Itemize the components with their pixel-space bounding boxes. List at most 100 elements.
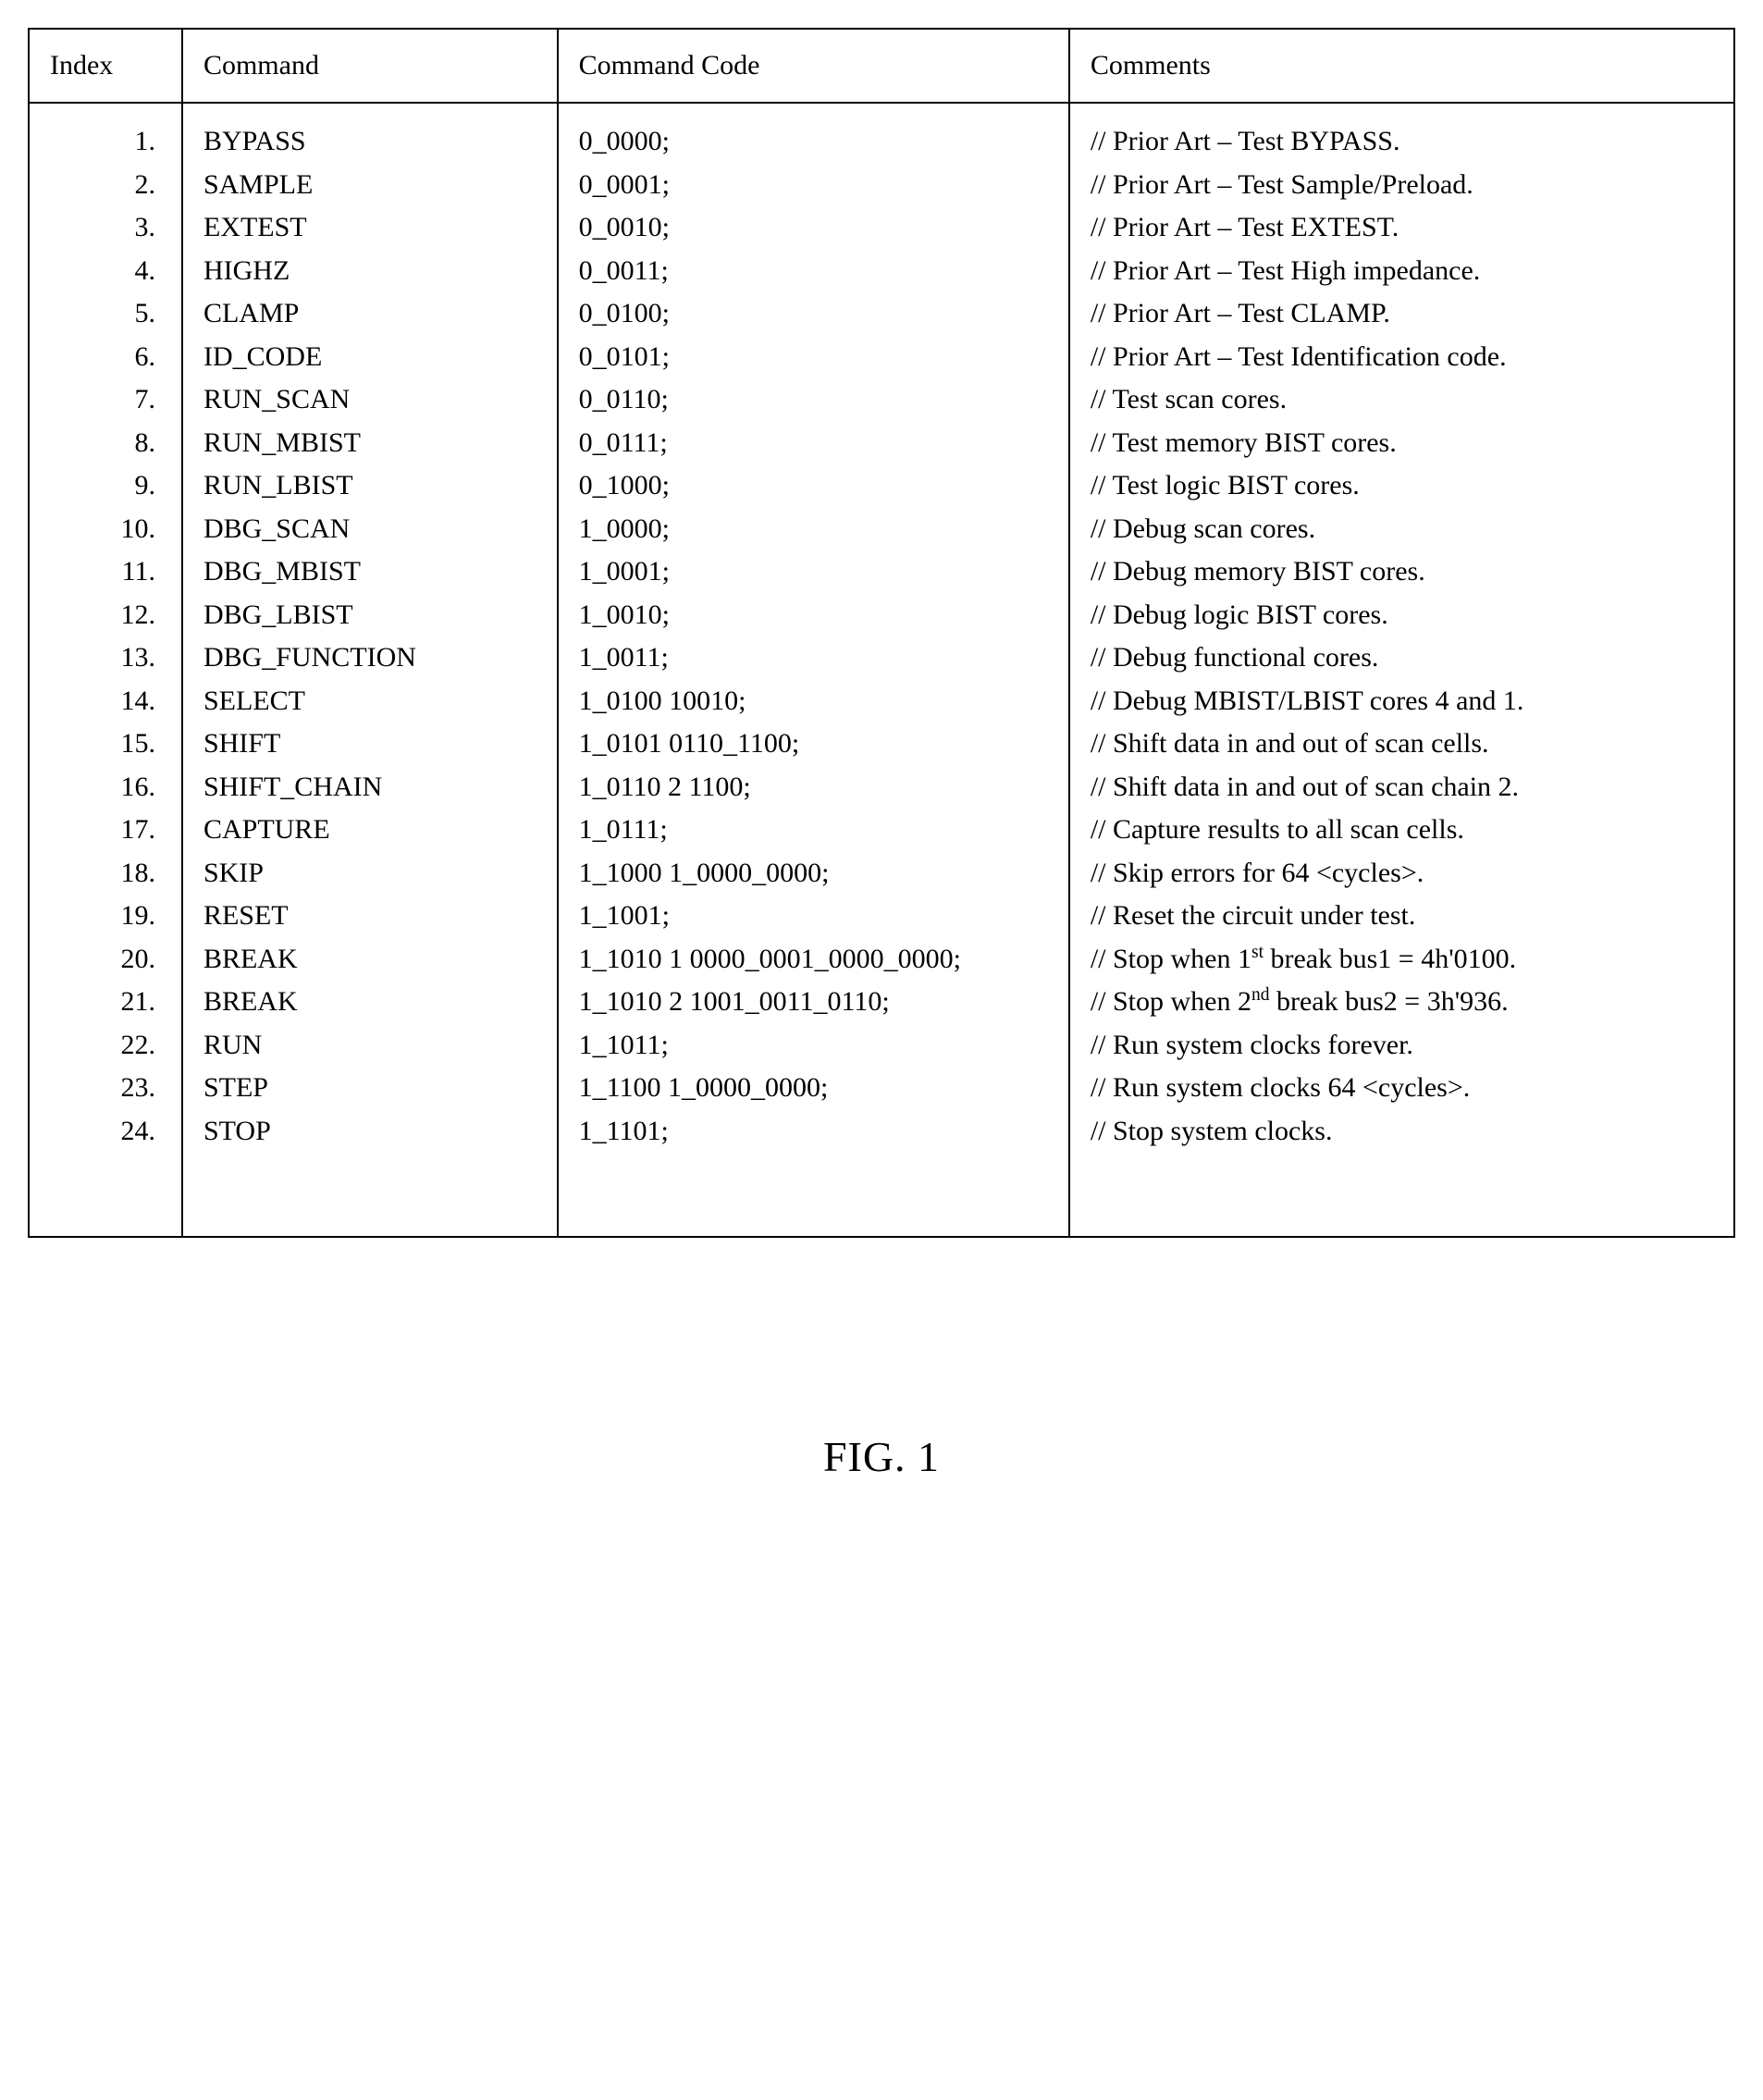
cell-index: 16. [50, 766, 155, 809]
header-command: Command [182, 29, 558, 103]
cell-comment: // Prior Art – Test BYPASS. [1091, 120, 1713, 164]
cell-code: 1_0011; [579, 636, 1048, 680]
cell-code: 1_0101 0110_1100; [579, 723, 1048, 766]
cell-code: 0_0100; [579, 292, 1048, 336]
cell-index: 4. [50, 250, 155, 293]
cell-comment: // Debug scan cores. [1091, 508, 1713, 551]
cell-code: 0_0011; [579, 250, 1048, 293]
cell-comment: // Prior Art – Test Identification code. [1091, 336, 1713, 379]
cell-comment: // Debug functional cores. [1091, 636, 1713, 680]
cell-command: SELECT [203, 680, 536, 723]
table-body-row: 1.2.3.4.5.6.7.8.9.10.11.12.13.14.15.16.1… [29, 103, 1734, 1237]
document-page: Index Command Command Code Comments 1.2.… [28, 28, 1735, 1481]
cell-index: 15. [50, 723, 155, 766]
cell-comment: // Prior Art – Test CLAMP. [1091, 292, 1713, 336]
command-table: Index Command Command Code Comments 1.2.… [28, 28, 1735, 1238]
cell-code: 1_0111; [579, 809, 1048, 852]
cell-command: RUN_LBIST [203, 464, 536, 508]
cell-index: 21. [50, 981, 155, 1024]
cell-index: 19. [50, 895, 155, 938]
cell-comment: // Stop system clocks. [1091, 1110, 1713, 1154]
cell-code: 1_0000; [579, 508, 1048, 551]
cell-command: CLAMP [203, 292, 536, 336]
cell-command: RUN_MBIST [203, 422, 536, 465]
cell-comment: // Run system clocks forever. [1091, 1024, 1713, 1068]
cell-index: 3. [50, 206, 155, 250]
cell-index: 10. [50, 508, 155, 551]
cell-comment: // Shift data in and out of scan chain 2… [1091, 766, 1713, 809]
cell-comment: // Capture results to all scan cells. [1091, 809, 1713, 852]
cell-command: SAMPLE [203, 164, 536, 207]
cell-comment: // Test scan cores. [1091, 378, 1713, 422]
cell-comment: // Shift data in and out of scan cells. [1091, 723, 1713, 766]
column-index: 1.2.3.4.5.6.7.8.9.10.11.12.13.14.15.16.1… [29, 103, 182, 1237]
cell-comment: // Stop when 1st break bus1 = 4h'0100. [1091, 938, 1713, 982]
cell-index: 14. [50, 680, 155, 723]
cell-index: 5. [50, 292, 155, 336]
cell-comment: // Run system clocks 64 <cycles>. [1091, 1067, 1713, 1110]
cell-code: 1_1000 1_0000_0000; [579, 852, 1048, 896]
cell-code: 1_0001; [579, 550, 1048, 594]
cell-comment: // Prior Art – Test EXTEST. [1091, 206, 1713, 250]
cell-comment: // Debug memory BIST cores. [1091, 550, 1713, 594]
cell-command: CAPTURE [203, 809, 536, 852]
cell-code: 1_0110 2 1100; [579, 766, 1048, 809]
cell-command: STEP [203, 1067, 536, 1110]
cell-command: SHIFT_CHAIN [203, 766, 536, 809]
cell-command: RUN_SCAN [203, 378, 536, 422]
cell-code: 1_1011; [579, 1024, 1048, 1068]
cell-command: RUN [203, 1024, 536, 1068]
cell-comment: // Prior Art – Test Sample/Preload. [1091, 164, 1713, 207]
column-comments: // Prior Art – Test BYPASS.// Prior Art … [1069, 103, 1734, 1237]
figure-caption: FIG. 1 [28, 1432, 1735, 1481]
cell-index: 8. [50, 422, 155, 465]
column-code: 0_0000;0_0001;0_0010;0_0011;0_0100;0_010… [558, 103, 1069, 1237]
cell-index: 24. [50, 1110, 155, 1154]
cell-command: ID_CODE [203, 336, 536, 379]
cell-index: 11. [50, 550, 155, 594]
cell-command: DBG_LBIST [203, 594, 536, 637]
cell-command: BREAK [203, 981, 536, 1024]
table-header: Index Command Command Code Comments [29, 29, 1734, 103]
cell-comment: // Test memory BIST cores. [1091, 422, 1713, 465]
header-comments: Comments [1069, 29, 1734, 103]
cell-comment: // Reset the circuit under test. [1091, 895, 1713, 938]
cell-command: DBG_MBIST [203, 550, 536, 594]
cell-command: HIGHZ [203, 250, 536, 293]
cell-comment: // Debug MBIST/LBIST cores 4 and 1. [1091, 680, 1713, 723]
cell-index: 9. [50, 464, 155, 508]
cell-index: 22. [50, 1024, 155, 1068]
cell-index: 23. [50, 1067, 155, 1110]
cell-command: RESET [203, 895, 536, 938]
cell-index: 20. [50, 938, 155, 982]
header-index: Index [29, 29, 182, 103]
cell-code: 1_0010; [579, 594, 1048, 637]
cell-code: 0_0110; [579, 378, 1048, 422]
cell-comment: // Debug logic BIST cores. [1091, 594, 1713, 637]
cell-command: STOP [203, 1110, 536, 1154]
cell-index: 18. [50, 852, 155, 896]
column-command: BYPASSSAMPLEEXTESTHIGHZCLAMPID_CODERUN_S… [182, 103, 558, 1237]
cell-code: 1_1001; [579, 895, 1048, 938]
cell-index: 13. [50, 636, 155, 680]
cell-code: 0_0101; [579, 336, 1048, 379]
cell-code: 1_1100 1_0000_0000; [579, 1067, 1048, 1110]
cell-command: DBG_SCAN [203, 508, 536, 551]
cell-comment: // Stop when 2nd break bus2 = 3h'936. [1091, 981, 1713, 1024]
cell-index: 2. [50, 164, 155, 207]
cell-index: 6. [50, 336, 155, 379]
cell-command: SKIP [203, 852, 536, 896]
cell-command: EXTEST [203, 206, 536, 250]
cell-index: 12. [50, 594, 155, 637]
cell-command: SHIFT [203, 723, 536, 766]
cell-code: 1_1010 2 1001_0011_0110; [579, 981, 1048, 1024]
cell-command: BREAK [203, 938, 536, 982]
cell-code: 0_0111; [579, 422, 1048, 465]
cell-code: 1_1010 1 0000_0001_0000_0000; [579, 938, 1048, 982]
cell-index: 17. [50, 809, 155, 852]
cell-code: 0_0010; [579, 206, 1048, 250]
cell-code: 1_0100 10010; [579, 680, 1048, 723]
cell-comment: // Test logic BIST cores. [1091, 464, 1713, 508]
cell-code: 1_1101; [579, 1110, 1048, 1154]
cell-index: 1. [50, 120, 155, 164]
